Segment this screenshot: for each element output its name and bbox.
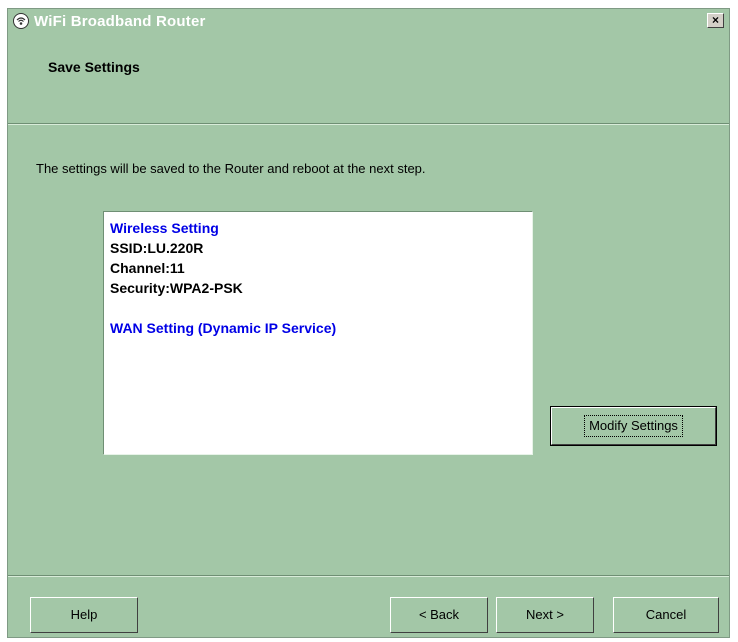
cancel-button[interactable]: Cancel (613, 597, 719, 633)
security-value: Security:WPA2-PSK (110, 280, 243, 296)
wireless-setting-heading: Wireless Setting (110, 220, 219, 236)
window-title: WiFi Broadband Router (34, 13, 206, 30)
wizard-window: WiFi Broadband Router × Save Settings Th… (7, 8, 730, 638)
back-button[interactable]: < Back (390, 597, 488, 633)
wan-setting-heading: WAN Setting (Dynamic IP Service) (110, 320, 337, 336)
title-bar[interactable]: WiFi Broadband Router × (8, 9, 729, 34)
settings-summary-box: Wireless Setting SSID:LU.220R Channel:11… (103, 211, 533, 455)
info-text: The settings will be saved to the Router… (36, 161, 426, 176)
modify-settings-label: Modify Settings (584, 415, 683, 437)
modify-settings-button[interactable]: Modify Settings (550, 406, 717, 446)
close-button[interactable]: × (707, 13, 724, 28)
ssid-value: SSID:LU.220R (110, 240, 204, 256)
router-wifi-icon (13, 13, 29, 29)
page-title: Save Settings (48, 59, 140, 75)
footer-divider (8, 575, 729, 577)
next-button[interactable]: Next > (496, 597, 594, 633)
help-button[interactable]: Help (30, 597, 138, 633)
channel-value: Channel:11 (110, 260, 185, 276)
header-divider (8, 123, 729, 125)
